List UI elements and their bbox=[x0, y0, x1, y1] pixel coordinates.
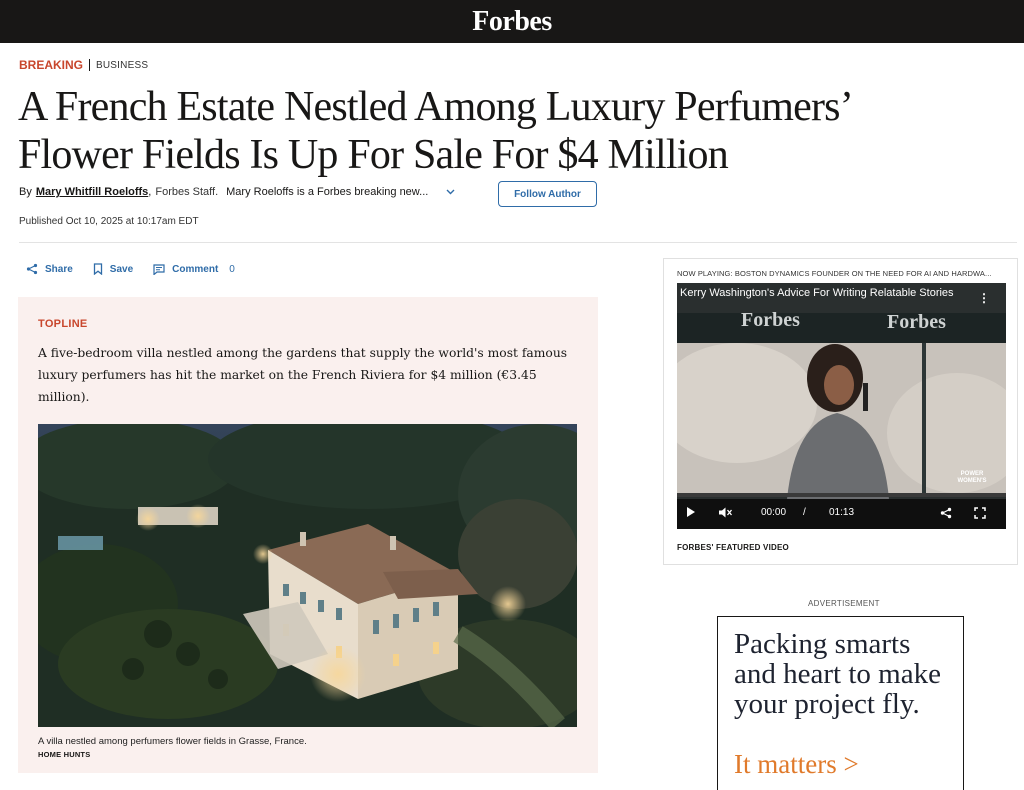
video-title: Kerry Washington's Advice For Writing Re… bbox=[680, 287, 954, 299]
byline-prefix: By bbox=[19, 186, 32, 198]
video-frame bbox=[677, 283, 1006, 529]
save-label: Save bbox=[109, 263, 134, 275]
author-role: Forbes Staff. bbox=[155, 186, 219, 198]
ad-cta-link[interactable]: It matters > bbox=[734, 749, 859, 780]
article-headline: A French Estate Nestled Among Luxury Per… bbox=[18, 83, 878, 179]
article-actions: Share Save Comment 0 bbox=[26, 263, 255, 275]
topline-section: TOPLINE A five-bedroom villa nestled amo… bbox=[18, 297, 598, 773]
header-divider bbox=[19, 242, 1017, 243]
comment-icon bbox=[153, 263, 165, 275]
play-icon[interactable] bbox=[687, 507, 695, 520]
topline-label: TOPLINE bbox=[38, 318, 88, 330]
photo-caption: A villa nestled among perfumers flower f… bbox=[38, 736, 307, 747]
current-time: 00:00 bbox=[761, 507, 787, 518]
save-button[interactable]: Save bbox=[93, 263, 133, 275]
breaking-label[interactable]: BREAKING bbox=[19, 58, 83, 72]
category-link[interactable]: BUSINESS bbox=[96, 60, 148, 71]
video-backdrop-logo-left: Forbes bbox=[741, 309, 800, 331]
more-options-icon[interactable]: ⋮ bbox=[978, 291, 990, 305]
topline-text: A five-bedroom villa nestled among the g… bbox=[38, 346, 568, 404]
fullscreen-icon[interactable] bbox=[974, 507, 986, 522]
photo-credit: HOME HUNTS bbox=[38, 750, 91, 759]
comment-count: 0 bbox=[229, 263, 235, 275]
publish-timestamp: Published Oct 10, 2025 at 10:17am EDT bbox=[19, 216, 199, 227]
comment-button[interactable]: Comment 0 bbox=[153, 264, 235, 275]
time-separator: / bbox=[803, 507, 806, 518]
featured-video-label: FORBES' FEATURED VIDEO bbox=[677, 543, 789, 552]
headline-line-1: A French Estate Nestled Among Luxury Per… bbox=[18, 84, 854, 130]
share-icon[interactable] bbox=[940, 507, 952, 522]
kicker-divider bbox=[89, 59, 91, 71]
top-nav-bar: Forbes bbox=[0, 0, 1024, 43]
bookmark-icon bbox=[93, 263, 103, 275]
breadcrumb: BREAKING BUSINESS bbox=[19, 58, 148, 72]
now-playing-label[interactable]: NOW PLAYING: BOSTON DYNAMICS FOUNDER ON … bbox=[677, 269, 1007, 278]
author-bio: Mary Roeloffs is a Forbes breaking new..… bbox=[226, 186, 429, 198]
video-player[interactable]: Forbes Forbes POWER WOMEN'S Kerry Washin… bbox=[677, 283, 1006, 529]
advertisement[interactable]: Packing smarts and heart to make your pr… bbox=[717, 616, 964, 790]
share-button[interactable]: Share bbox=[26, 263, 73, 275]
follow-author-button[interactable]: Follow Author bbox=[498, 181, 597, 207]
video-controls: 00:00 / 01:13 bbox=[677, 499, 1006, 529]
ad-headline: Packing smarts and heart to make your pr… bbox=[734, 628, 941, 720]
chevron-down-icon[interactable] bbox=[446, 187, 455, 197]
share-icon bbox=[26, 263, 38, 275]
comment-label: Comment bbox=[172, 263, 219, 275]
featured-video-card: NOW PLAYING: BOSTON DYNAMICS FOUNDER ON … bbox=[663, 258, 1018, 565]
byline: By Mary Whitfill Roeloffs , Forbes Staff… bbox=[19, 186, 455, 198]
villa-illustration bbox=[38, 424, 577, 727]
share-label: Share bbox=[45, 263, 73, 275]
forbes-logo[interactable]: Forbes bbox=[472, 6, 552, 38]
author-link[interactable]: Mary Whitfill Roeloffs bbox=[36, 186, 148, 198]
byline-comma: , bbox=[148, 186, 152, 198]
mute-icon[interactable] bbox=[719, 507, 733, 521]
video-backdrop-logo-right: Forbes bbox=[887, 311, 946, 333]
headline-line-2: Flower Fields Is Up For Sale For $4 Mill… bbox=[18, 132, 729, 178]
advertisement-label: ADVERTISEMENT bbox=[808, 599, 880, 608]
villa-photo[interactable] bbox=[38, 424, 577, 727]
total-time: 01:13 bbox=[829, 507, 855, 518]
video-watermark: POWER WOMEN'S bbox=[957, 471, 987, 484]
